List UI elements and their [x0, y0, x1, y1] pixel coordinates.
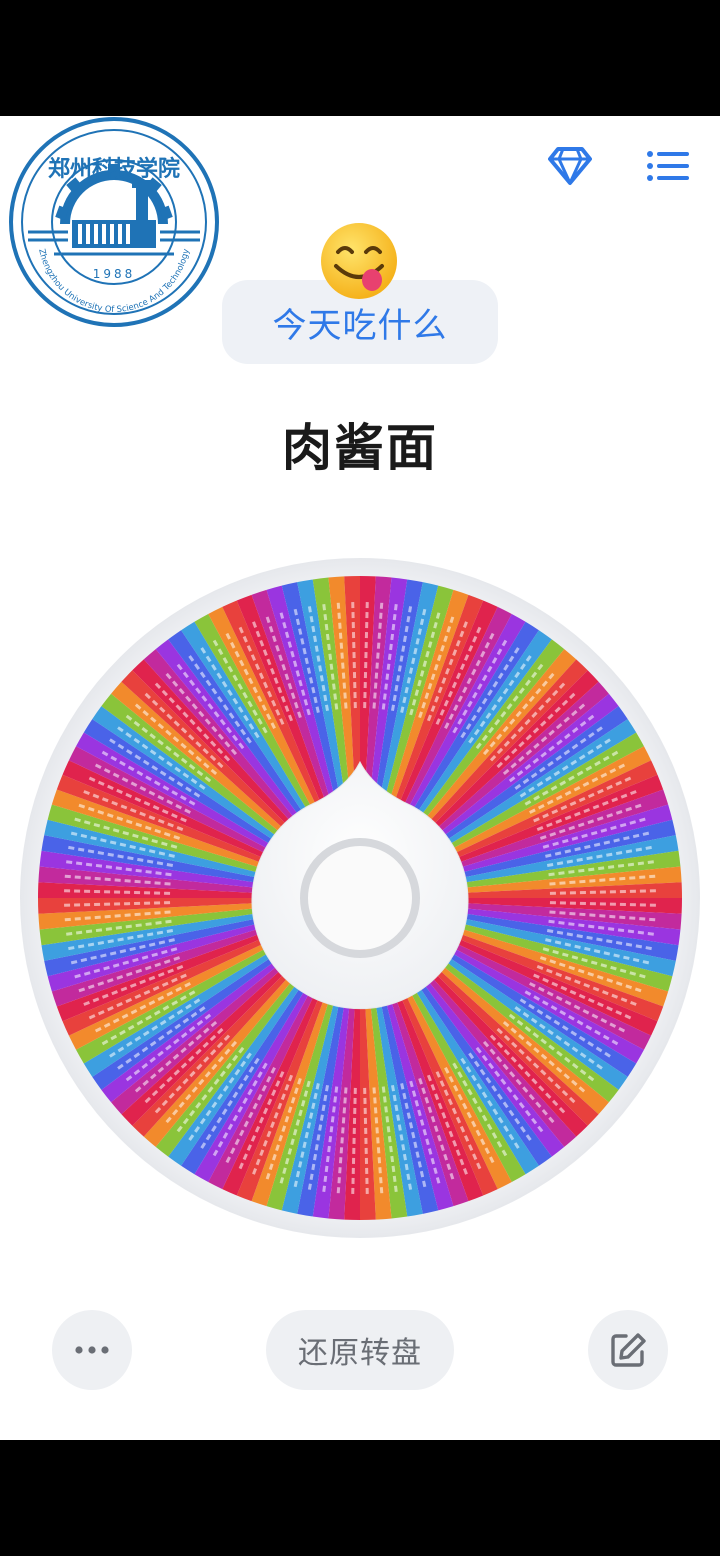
- logo-name-cn: 郑州科技学院: [48, 156, 180, 182]
- reset-wheel-button[interactable]: 还原转盘: [266, 1310, 454, 1390]
- more-button[interactable]: [52, 1310, 132, 1390]
- wheel-title: 今天吃什么: [272, 305, 448, 346]
- edit-button[interactable]: [588, 1310, 668, 1390]
- bottom-black-bar: [0, 1440, 720, 1556]
- spin-button-ring[interactable]: [300, 838, 420, 958]
- diamond-icon[interactable]: [544, 140, 596, 192]
- spin-wheel[interactable]: [18, 556, 702, 1240]
- more-dots-icon: [75, 1346, 109, 1354]
- result-text: 肉酱面: [282, 419, 438, 477]
- edit-icon: [611, 1333, 646, 1367]
- logo-year: 1988: [93, 267, 136, 281]
- reset-wheel-label: 还原转盘: [298, 1336, 422, 1371]
- university-logo: 郑州科技学院 1988 Zhengzhou University Of Scie…: [9, 117, 219, 327]
- app-screen: 郑州科技学院 1988 Zhengzhou University Of Scie…: [0, 116, 720, 1440]
- menu-list-icon[interactable]: [644, 142, 692, 190]
- top-black-bar: [0, 0, 720, 116]
- yum-face-emoji-icon: [321, 223, 397, 299]
